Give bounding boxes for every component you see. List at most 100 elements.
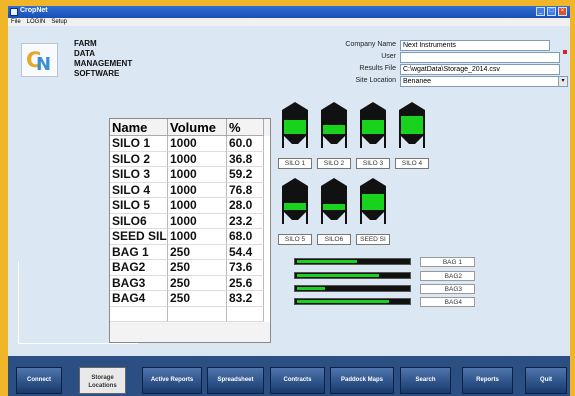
bag-level-bar-4 <box>294 298 411 305</box>
silo-fill <box>401 116 423 134</box>
cell-percent: 36.8 <box>227 151 264 167</box>
user-field[interactable] <box>400 52 560 63</box>
reports-button[interactable]: Reports <box>462 367 513 394</box>
header-volume[interactable]: Volume <box>168 119 227 136</box>
cell-name: SILO 1 <box>110 136 168 152</box>
title-bar: CropNet _ □ × <box>8 6 570 18</box>
bag-label-2: BAG2 <box>420 271 475 281</box>
silo-fill <box>284 120 306 134</box>
cell-name: SILO 3 <box>110 167 168 183</box>
silo-hopper <box>282 134 308 144</box>
bag-level-fill <box>297 274 379 277</box>
bottom-toolbar: Connect Storage Locations Active Reports… <box>8 356 570 396</box>
chevron-down-icon[interactable]: ▾ <box>558 77 567 86</box>
results-file-label: Results File <box>359 65 396 72</box>
silo-roof <box>399 102 425 110</box>
table-row[interactable]: SILO 4 1000 76.8 <box>110 182 270 198</box>
cell-name: BAG2 <box>110 260 168 276</box>
cell-volume: 250 <box>168 260 227 276</box>
results-file-field[interactable]: C:\wgatData\Storage_2014.csv <box>400 64 560 75</box>
silo-hopper <box>321 210 347 220</box>
silo-label-2: SILO 2 <box>317 158 351 169</box>
table-row[interactable]: BAG2 250 73.6 <box>110 260 270 276</box>
bag-level-bar-3 <box>294 285 411 292</box>
brand-text: FARM DATA MANAGEMENT SOFTWARE <box>74 39 132 79</box>
cell-name: SILO 5 <box>110 198 168 214</box>
bag-label-4: BAG4 <box>420 297 475 307</box>
silo-icon-3[interactable] <box>356 100 390 150</box>
minimize-button[interactable]: _ <box>536 7 545 16</box>
user-label: User <box>381 53 396 60</box>
table-row[interactable]: BAG 1 250 54.4 <box>110 244 270 260</box>
cell-name: SEED SILO <box>110 229 168 245</box>
cell-volume: 1000 <box>168 213 227 229</box>
cell-volume: 1000 <box>168 136 227 152</box>
silo-roof <box>321 102 347 110</box>
table-row[interactable]: BAG4 250 83.2 <box>110 291 270 307</box>
table-row[interactable]: SILO 2 1000 36.8 <box>110 151 270 167</box>
bag-level-fill <box>297 287 325 290</box>
contracts-button[interactable]: Contracts <box>270 367 325 394</box>
cell-name: SILO 2 <box>110 151 168 167</box>
maximize-button[interactable]: □ <box>547 7 556 16</box>
silo-fill <box>362 194 384 210</box>
brand-line-3: MANAGEMENT <box>74 59 133 68</box>
silo-icon-2[interactable] <box>317 100 351 150</box>
storage-locations-button[interactable]: Storage Locations <box>79 367 126 394</box>
table-row[interactable]: SILO 3 1000 59.2 <box>110 167 270 183</box>
logo-letter-n: N <box>36 54 52 75</box>
connect-button[interactable]: Connect <box>16 367 62 394</box>
silo-icon-5[interactable] <box>278 176 312 226</box>
app-window: CropNet _ □ × File LOGIN Setup C N FARM … <box>8 6 570 396</box>
storage-table: Name Volume % SILO 1 1000 60.0 SILO 2 1000 3… <box>109 118 271 343</box>
silo-fill <box>323 204 345 210</box>
silo-hopper <box>360 210 386 220</box>
paddock-maps-button[interactable]: Paddock Maps <box>330 367 394 394</box>
silo-icon-4[interactable] <box>395 100 429 150</box>
table-row[interactable]: BAG3 250 25.6 <box>110 275 270 291</box>
table-row[interactable]: SEED SILO100068.0 <box>110 229 270 245</box>
active-reports-button[interactable]: Active Reports <box>142 367 202 394</box>
table-row[interactable]: SILO 5 1000 28.0 <box>110 198 270 214</box>
silo-label-5: SILO 5 <box>278 234 312 245</box>
left-panel-divider <box>28 343 138 344</box>
table-header: Name Volume % <box>110 119 270 136</box>
site-location-select[interactable]: Benanee ▾ <box>400 76 568 87</box>
cell-volume: 250 <box>168 275 227 291</box>
header-percent[interactable]: % <box>227 119 264 136</box>
silo-icon-6[interactable] <box>317 176 351 226</box>
silo-label-7: SEED SI <box>356 234 390 245</box>
cell-volume: 1000 <box>168 167 227 183</box>
cell-percent: 59.2 <box>227 167 264 183</box>
menu-file[interactable]: File <box>11 18 21 26</box>
table-row[interactable]: SILO 1 1000 60.0 <box>110 136 270 152</box>
silo-label-1: SILO 1 <box>278 158 312 169</box>
search-button[interactable]: Search <box>400 367 451 394</box>
close-button[interactable]: × <box>558 7 567 16</box>
cell-volume: 1000 <box>168 229 227 245</box>
menu-bar: File LOGIN Setup <box>8 18 570 26</box>
brand-line-4: SOFTWARE <box>74 69 120 78</box>
cell-name: BAG 1 <box>110 244 168 260</box>
silo-hopper <box>282 210 308 220</box>
left-panel-frame <box>18 261 28 344</box>
bag-level-bar-1 <box>294 258 411 265</box>
silo-icon-7[interactable] <box>356 176 390 226</box>
menu-setup[interactable]: Setup <box>51 18 67 26</box>
locations-label: Locations <box>88 383 117 389</box>
menu-login[interactable]: LOGIN <box>27 18 46 26</box>
quit-button[interactable]: Quit <box>525 367 567 394</box>
status-indicator <box>563 50 567 54</box>
spreadsheet-button[interactable]: Spreadsheet <box>207 367 264 394</box>
header-name[interactable]: Name <box>110 119 168 136</box>
storage-label: Storage <box>91 375 114 381</box>
table-row[interactable]: SILO6 1000 23.2 <box>110 213 270 229</box>
cell-name: SILO6 <box>110 213 168 229</box>
silo-roof <box>282 102 308 110</box>
company-name-field[interactable]: Next Instruments <box>400 40 550 51</box>
bag-level-fill <box>297 300 389 303</box>
silo-icon-1[interactable] <box>278 100 312 150</box>
cell-percent: 54.4 <box>227 244 264 260</box>
site-location-label: Site Location <box>355 77 396 84</box>
silo-hopper <box>399 134 425 144</box>
